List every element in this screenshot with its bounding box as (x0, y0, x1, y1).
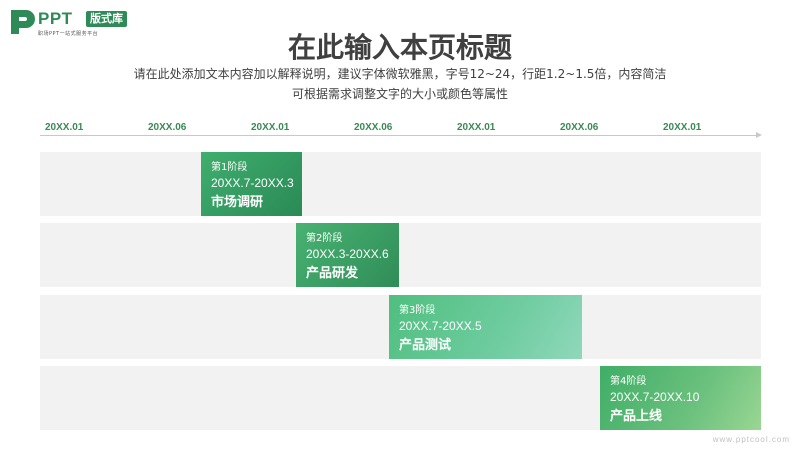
axis-tick-label: 20XX.06 (148, 122, 187, 133)
axis-tick-label: 20XX.01 (457, 122, 496, 133)
stage-date-range: 20XX.3-20XX.6 (306, 247, 389, 261)
stage-date-range: 20XX.7-20XX.10 (610, 390, 700, 404)
stage-number: 第1阶段 (211, 162, 248, 173)
stage-block-1: 第1阶段 20XX.7-20XX.3 市场调研 (201, 152, 302, 216)
stage-date-range: 20XX.7-20XX.3 (211, 176, 294, 190)
timeline-row (40, 152, 761, 216)
stage-number: 第2阶段 (306, 233, 343, 244)
stage-block-4: 第4阶段 20XX.7-20XX.10 产品上线 (600, 366, 761, 430)
stage-number: 第3阶段 (399, 305, 436, 316)
axis-arrow-icon (756, 132, 762, 138)
stage-date-range: 20XX.7-20XX.5 (399, 319, 482, 333)
stage-name: 产品上线 (610, 409, 663, 424)
page-title: 在此输入本页标题 (287, 31, 512, 64)
stage-name: 产品测试 (399, 338, 452, 353)
stage-block-3: 第3阶段 20XX.7-20XX.5 产品测试 (389, 295, 582, 359)
subtitle-line: 可根据需求调整文字的大小或颜色等属性 (291, 87, 508, 101)
stage-number: 第4阶段 (610, 376, 647, 387)
axis-line (40, 135, 758, 136)
subtitle-line: 请在此处添加文本内容加以解释说明，建议字体微软雅黑，字号12~24，行距1.2~… (133, 67, 667, 81)
stage-name: 市场调研 (211, 195, 264, 210)
axis-tick-label: 20XX.06 (354, 122, 393, 133)
axis-tick-label: 20XX.01 (663, 122, 702, 133)
watermark: www.pptcool.com (712, 435, 790, 444)
logo-badge: 版式库 (86, 11, 127, 27)
page-subtitle: 请在此处添加文本内容加以解释说明，建议字体微软雅黑，字号12~24，行距1.2~… (0, 64, 800, 104)
stage-block-2: 第2阶段 20XX.3-20XX.6 产品研发 (296, 223, 399, 287)
axis-tick-label: 20XX.01 (251, 122, 290, 133)
axis-tick-label: 20XX.06 (560, 122, 599, 133)
axis-tick-label: 20XX.01 (45, 122, 84, 133)
timeline-axis: 20XX.01 20XX.06 20XX.01 20XX.06 20XX.01 … (40, 118, 762, 138)
timeline-row (40, 223, 761, 287)
stage-name: 产品研发 (306, 266, 359, 281)
